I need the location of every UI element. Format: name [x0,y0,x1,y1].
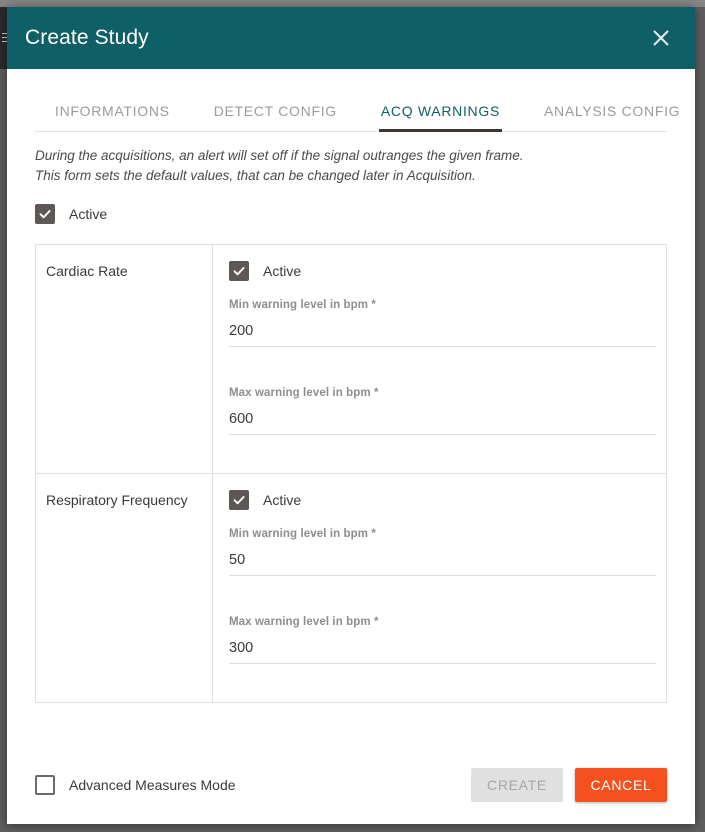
cardiac-rate-active-checkbox-row[interactable]: Active [229,261,656,281]
dialog-body: INFORMATIONS DETECT CONFIG ACQ WARNINGS … [7,69,695,746]
field-spacer [229,435,656,457]
cardiac-rate-max-field: Max warning level in bpm * 600 [229,387,656,435]
create-button[interactable]: CREATE [471,768,563,802]
dialog-title: Create Study [25,26,149,49]
master-active-checkbox-row[interactable]: Active [35,204,667,224]
cancel-button[interactable]: CANCEL [575,768,667,802]
table-row: Cardiac Rate Active Min warning level in… [35,244,667,474]
field-spacer [229,576,656,598]
master-active-label: Active [69,206,108,222]
respiratory-frequency-min-label: Min warning level in bpm * [229,528,377,540]
close-icon[interactable] [641,18,681,58]
field-spacer [229,347,656,369]
cardiac-rate-max-input[interactable]: 600 [229,411,656,435]
checkbox-icon[interactable] [35,204,55,224]
warning-fields-cardiac-rate: Active Min warning level in bpm * 200 Ma… [213,245,667,474]
tab-analysis-config[interactable]: ANALYSIS CONFIG [544,95,680,131]
respiratory-frequency-min-field: Min warning level in bpm * 50 [229,528,656,576]
description-text: During the acquisitions, an alert will s… [35,146,667,186]
cardiac-rate-max-label: Max warning level in bpm * [229,387,379,399]
warning-name-cardiac-rate: Cardiac Rate [35,244,213,474]
create-study-dialog: Create Study INFORMATIONS DETECT CONFIG … [7,7,695,824]
cardiac-rate-active-label: Active [263,263,302,279]
tab-detect-config[interactable]: DETECT CONFIG [214,95,337,131]
acq-warnings-table: Cardiac Rate Active Min warning level in… [35,244,667,703]
checkbox-icon[interactable] [35,775,55,795]
respiratory-frequency-active-checkbox-row[interactable]: Active [229,490,656,510]
advanced-measures-mode-label: Advanced Measures Mode [69,777,236,793]
cardiac-rate-min-input[interactable]: 200 [229,323,656,347]
cardiac-rate-min-field: Min warning level in bpm * 200 [229,299,656,347]
dialog-footer: Advanced Measures Mode CREATE CANCEL [7,746,695,824]
description-line-1: During the acquisitions, an alert will s… [35,148,524,163]
background-app-topbar [0,0,705,7]
warning-name-respiratory-frequency: Respiratory Frequency [35,473,213,703]
description-line-2: This form sets the default values, that … [35,168,476,183]
checkbox-icon[interactable] [229,490,249,510]
advanced-measures-mode-checkbox-row[interactable]: Advanced Measures Mode [35,775,471,795]
tab-bar: INFORMATIONS DETECT CONFIG ACQ WARNINGS … [35,69,680,132]
dialog-titlebar: Create Study [7,7,695,69]
field-spacer [229,664,656,686]
respiratory-frequency-max-label: Max warning level in bpm * [229,616,379,628]
respiratory-frequency-max-input[interactable]: 300 [229,640,656,664]
tab-acq-warnings[interactable]: ACQ WARNINGS [378,95,503,132]
respiratory-frequency-min-input[interactable]: 50 [229,552,656,576]
footer-actions: CREATE CANCEL [471,768,667,802]
respiratory-frequency-active-label: Active [263,492,302,508]
checkbox-icon[interactable] [229,261,249,281]
respiratory-frequency-max-field: Max warning level in bpm * 300 [229,616,656,664]
cardiac-rate-min-label: Min warning level in bpm * [229,299,377,311]
warning-fields-respiratory-frequency: Active Min warning level in bpm * 50 Max… [212,473,667,703]
table-row: Respiratory Frequency Active Min warning… [35,473,667,703]
tab-informations[interactable]: INFORMATIONS [55,95,170,131]
